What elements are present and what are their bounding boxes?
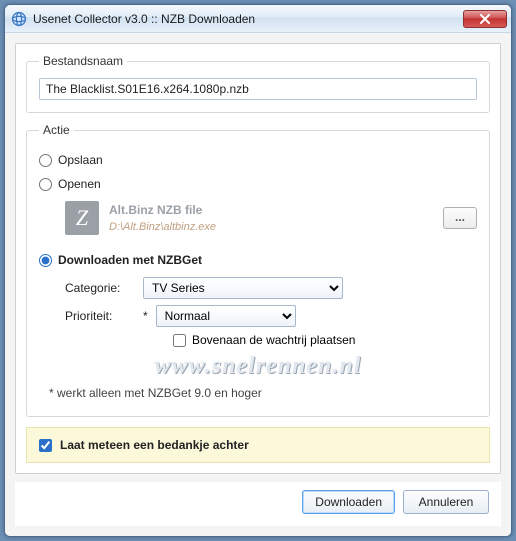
radio-open[interactable] [39, 178, 52, 191]
app-icon [11, 11, 27, 27]
thanks-panel[interactable]: Laat meteen een bedankje achter [26, 427, 490, 463]
radio-save[interactable] [39, 154, 52, 167]
filename-legend: Bestandsnaam [39, 54, 127, 68]
priority-row: Prioriteit: * Normaal [65, 305, 477, 327]
thanks-checkbox[interactable] [39, 439, 52, 452]
dialog-window: Usenet Collector v3.0 :: NZB Downloaden … [4, 4, 512, 537]
top-queue-row[interactable]: Bovenaan de wachtrij plaatsen [173, 333, 477, 347]
priority-select[interactable]: Normaal [156, 305, 296, 327]
top-queue-label: Bovenaan de wachtrij plaatsen [192, 333, 355, 347]
radio-open-row[interactable]: Openen [39, 177, 477, 191]
footer: Downloaden Annuleren [15, 482, 501, 526]
filename-group: Bestandsnaam [26, 54, 490, 113]
open-with-app: Z Alt.Binz NZB file D:\Alt.Binz\altbinz.… [65, 201, 477, 235]
filename-input[interactable] [39, 78, 477, 100]
cancel-button[interactable]: Annuleren [403, 490, 489, 514]
browse-button[interactable]: ... [443, 207, 477, 229]
footnote: * werkt alleen met NZBGet 9.0 en hoger [49, 386, 477, 400]
thanks-label: Laat meteen een bedankje achter [60, 438, 249, 452]
close-icon [480, 14, 490, 24]
app-texts: Alt.Binz NZB file D:\Alt.Binz\altbinz.ex… [109, 203, 433, 233]
category-row: Categorie: TV Series [65, 277, 477, 299]
download-button[interactable]: Downloaden [302, 490, 395, 514]
radio-nzbget[interactable] [39, 254, 52, 267]
close-button[interactable] [463, 10, 507, 28]
top-queue-checkbox[interactable] [173, 334, 186, 347]
action-group: Actie Opslaan Openen Z Alt.Binz NZB file… [26, 123, 490, 417]
category-label: Categorie: [65, 281, 135, 295]
category-select[interactable]: TV Series [143, 277, 343, 299]
app-path: D:\Alt.Binz\altbinz.exe [109, 221, 433, 233]
nzbget-form: Categorie: TV Series Prioriteit: * Norma… [65, 277, 477, 347]
priority-label: Prioriteit: [65, 309, 135, 323]
app-name: Alt.Binz NZB file [109, 203, 433, 217]
radio-nzbget-row[interactable]: Downloaden met NZBGet [39, 253, 477, 267]
altbinz-icon: Z [65, 201, 99, 235]
radio-save-row[interactable]: Opslaan [39, 153, 477, 167]
window-title: Usenet Collector v3.0 :: NZB Downloaden [33, 12, 463, 26]
radio-nzbget-label: Downloaden met NZBGet [58, 253, 202, 267]
main-panel: Bestandsnaam Actie Opslaan Openen Z Alt.… [15, 43, 501, 474]
radio-save-label: Opslaan [58, 153, 103, 167]
titlebar[interactable]: Usenet Collector v3.0 :: NZB Downloaden [5, 5, 511, 33]
client-area: Bestandsnaam Actie Opslaan Openen Z Alt.… [5, 33, 511, 536]
watermark-text: www.snelrennen.nl [39, 353, 477, 380]
priority-star: * [143, 309, 148, 323]
radio-open-label: Openen [58, 177, 101, 191]
action-legend: Actie [39, 123, 74, 137]
